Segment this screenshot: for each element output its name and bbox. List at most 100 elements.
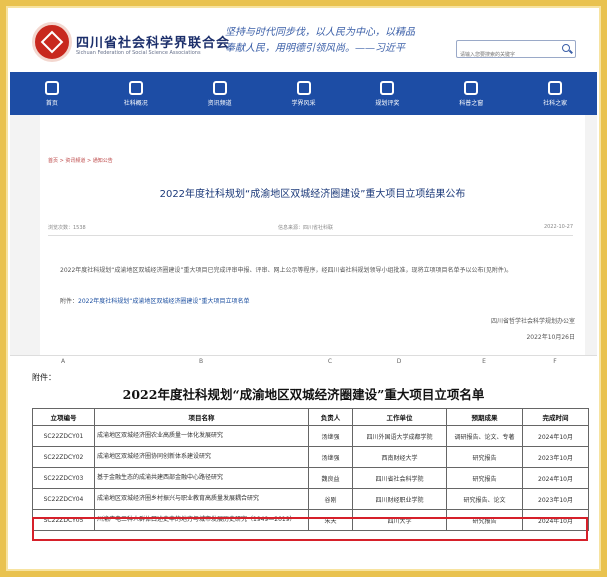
table-header-row: 立项编号 项目名称 负责人 工作单位 预期成果 完成时间 xyxy=(32,408,589,426)
table-row-highlighted: SC22ZDCY04 成渝地区双城经济圈乡村振兴与职业教育高质量发展耦合研究 谷… xyxy=(32,488,589,510)
nav-label: 社科之家 xyxy=(543,99,568,107)
column-letter: C xyxy=(327,358,333,365)
project-name: 成渝地区双城经济圈协同创新体系建设研究 xyxy=(94,446,309,468)
project-leader: 汤继强 xyxy=(308,425,353,447)
signer: 四川省哲学社会科学规划办公室 xyxy=(490,318,575,325)
search-box xyxy=(456,40,576,63)
atom-icon xyxy=(464,80,479,95)
nav-item-science[interactable]: 科普之窗 xyxy=(429,72,513,115)
attachment-link[interactable]: 2022年度社科规划“成渝地区双城经济圈建设”重大项目立项名单 xyxy=(78,298,250,305)
project-unit: 四川财经职业学院 xyxy=(352,488,447,510)
column-header: 预期成果 xyxy=(446,408,523,426)
nav-item-planning[interactable]: 规划评奖 xyxy=(345,72,429,115)
article-panel: 首页 > 资讯频道 > 通知公告 2022年度社科规划“成渝地区双城经济圈建设”… xyxy=(40,115,585,355)
project-unit: 四川省社会科学院 xyxy=(352,467,447,489)
chart-icon xyxy=(380,80,395,95)
project-outcome: 调研报告、论文、专著 xyxy=(446,425,523,447)
view-count: 浏览次数：1538 xyxy=(48,225,86,231)
column-letter: F xyxy=(553,358,557,365)
project-leader: 魏良益 xyxy=(308,467,353,489)
page: 四川省社会科学界联合会 Sichuan Federation of Social… xyxy=(10,10,597,567)
nav-item-news[interactable]: 资讯频道 xyxy=(178,72,262,115)
column-header: 负责人 xyxy=(308,408,353,426)
project-table: 立项编号 项目名称 负责人 工作单位 预期成果 完成时间 SC22ZDCY01 … xyxy=(32,408,589,531)
nav-label: 首页 xyxy=(45,99,58,107)
table-row: SC22ZDCY01 成渝地区双城经济圈农业高质量一体化发展研究 汤继强 四川外… xyxy=(32,425,589,447)
nav-label: 规划评奖 xyxy=(375,99,400,107)
org-name-english: Sichuan Federation of Social Science Ass… xyxy=(76,50,201,56)
logo[interactable] xyxy=(32,22,72,62)
nav-item-home[interactable]: 首页 xyxy=(10,72,94,115)
column-header: 工作单位 xyxy=(352,408,447,426)
site-header: 四川省社会科学界联合会 Sichuan Federation of Social… xyxy=(10,10,597,72)
project-id: SC22ZDCY03 xyxy=(32,467,95,489)
project-id: SC22ZDCY02 xyxy=(32,446,95,468)
project-outcome: 研究报告 xyxy=(446,446,523,468)
project-name: 川渝广电三种人群体口述史中的地方与城市发展历史研究（1949—2019） xyxy=(94,509,309,531)
nav-label: 社科概况 xyxy=(123,99,148,107)
table-row: SC22ZDCY02 成渝地区双城经济圈协同创新体系建设研究 汤继强 西南财经大… xyxy=(32,446,589,468)
people-icon xyxy=(296,80,311,95)
nav-item-overview[interactable]: 社科概况 xyxy=(94,72,178,115)
slogan-line-2: 奉献人民，用明德引领风尚。——习近平 xyxy=(225,43,405,54)
project-name: 成渝地区双城经济圈农业高质量一体化发展研究 xyxy=(94,425,309,447)
nav-label: 科普之窗 xyxy=(459,99,484,107)
project-outcome: 研究报告 xyxy=(446,467,523,489)
project-unit: 四川大学 xyxy=(352,509,447,531)
project-due: 2023年10月 xyxy=(522,446,589,468)
slogan: 坚持与时代同步伐，以人民为中心，以精品 奉献人民，用明德引领风尚。——习近平 xyxy=(225,25,445,57)
table-row: SC22ZDCY05 川渝广电三种人群体口述史中的地方与城市发展历史研究（194… xyxy=(32,509,589,531)
column-letter: D xyxy=(396,358,402,365)
org-name: 四川省社会科学界联合会 xyxy=(76,36,231,51)
project-leader: 朱天 xyxy=(308,509,353,531)
project-id: SC22ZDCY04 xyxy=(32,488,95,510)
house-icon xyxy=(548,80,563,95)
sign-date: 2022年10月26日 xyxy=(526,334,575,341)
search-icon[interactable] xyxy=(561,43,573,55)
project-id: SC22ZDCY01 xyxy=(32,425,95,447)
article-body: 2022年度社科规划“成渝地区双城经济圈建设”重大项目已完成评审申报、评审、网上… xyxy=(60,267,513,274)
project-outcome: 研究报告 xyxy=(446,509,523,531)
news-icon xyxy=(212,80,227,95)
nav-item-scholars[interactable]: 学界风采 xyxy=(262,72,346,115)
project-due: 2024年10月 xyxy=(522,425,589,447)
main-nav: 首页 社科概况 资讯频道 学界风采 规划评奖 科普之窗 社科之家 xyxy=(10,72,597,115)
logo-emblem-icon xyxy=(40,30,64,54)
article-section: 首页 > 资讯频道 > 通知公告 2022年度社科规划“成渝地区双城经济圈建设”… xyxy=(10,115,597,355)
search-input[interactable] xyxy=(457,47,557,63)
column-letter: A xyxy=(60,358,66,365)
project-id: SC22ZDCY05 xyxy=(32,509,95,531)
attachment-line: 附件：2022年度社科规划“成渝地区双城经济圈建设”重大项目立项名单 xyxy=(60,296,250,305)
breadcrumb[interactable]: 首页 > 资讯频道 > 通知公告 xyxy=(48,157,113,164)
slogan-line-1: 坚持与时代同步伐，以人民为中心，以精品 xyxy=(225,27,415,38)
attachment-prefix: 附件： xyxy=(60,298,79,305)
sheet-title: 2022年度社科规划“成渝地区双城经济圈建设”重大项目立项名单 xyxy=(122,387,485,402)
project-unit: 西南财经大学 xyxy=(352,446,447,468)
column-header: 项目名称 xyxy=(94,408,309,426)
building-icon xyxy=(128,80,143,95)
project-due: 2023年10月 xyxy=(522,488,589,510)
project-outcome: 研究报告、论文 xyxy=(446,488,523,510)
nav-label: 资讯频道 xyxy=(207,99,232,107)
project-name: 基于金融生态的成渝共建西部金融中心路径研究 xyxy=(94,467,309,489)
column-letter: B xyxy=(198,358,204,365)
project-leader: 汤继强 xyxy=(308,446,353,468)
column-letter: E xyxy=(482,358,486,365)
home-icon xyxy=(44,80,59,95)
project-leader: 谷刚 xyxy=(308,488,353,510)
article-source: 信息来源：四川省社科联 xyxy=(278,225,334,231)
table-row: SC22ZDCY03 基于金融生态的成渝共建西部金融中心路径研究 魏良益 四川省… xyxy=(32,467,589,489)
project-unit: 四川外国语大学成都学院 xyxy=(352,425,447,447)
divider xyxy=(48,235,573,236)
spreadsheet-image: A B C D E F 附件： 2022年度社科规划“成渝地区双城经济圈建设”重… xyxy=(10,355,597,567)
page-title: 2022年度社科规划“成渝地区双城经济圈建设”重大项目立项结果公布 xyxy=(159,189,466,200)
column-header: 立项编号 xyxy=(32,408,95,426)
project-due: 2024年10月 xyxy=(522,509,589,531)
project-due: 2024年10月 xyxy=(522,467,589,489)
column-header: 完成时间 xyxy=(522,408,589,426)
article-date: 2022-10-27 xyxy=(543,224,573,230)
project-name: 成渝地区双城经济圈乡村振兴与职业教育高质量发展耦合研究 xyxy=(94,488,309,510)
nav-label: 学界风采 xyxy=(291,99,316,107)
sheet-attachment-label: 附件： xyxy=(32,373,56,382)
nav-item-home-of-social-science[interactable]: 社科之家 xyxy=(513,72,597,115)
